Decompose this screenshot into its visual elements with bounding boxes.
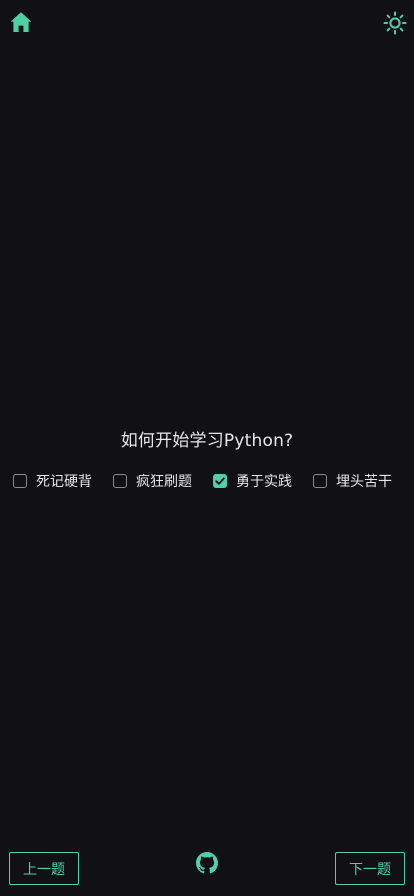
github-icon xyxy=(196,852,218,874)
previous-question-button[interactable]: 上一题 xyxy=(9,852,79,885)
option-label: 疯狂刷题 xyxy=(136,474,192,490)
option-label: 埋头苦干 xyxy=(336,474,392,490)
theme-toggle-button[interactable] xyxy=(382,10,408,36)
checkmark-icon xyxy=(215,477,225,485)
option-2[interactable]: 勇于实践 xyxy=(213,470,292,492)
option-label: 勇于实践 xyxy=(236,474,292,490)
github-link[interactable] xyxy=(196,852,218,874)
sun-icon xyxy=(383,11,407,35)
option-label: 死记硬背 xyxy=(36,474,92,490)
checkbox[interactable] xyxy=(313,474,327,488)
option-3[interactable]: 埋头苦干 xyxy=(313,470,392,492)
option-0[interactable]: 死记硬背 xyxy=(13,470,92,492)
home-icon xyxy=(10,12,32,32)
option-1[interactable]: 疯狂刷题 xyxy=(113,470,192,492)
checkbox[interactable] xyxy=(113,474,127,488)
home-button[interactable] xyxy=(8,9,34,35)
options-group: 死记硬背 疯狂刷题 勇于实践 埋头苦干 xyxy=(0,470,414,492)
next-question-button[interactable]: 下一题 xyxy=(335,852,405,885)
question-title: 如何开始学习Python? xyxy=(120,431,294,451)
checkbox-checked[interactable] xyxy=(213,474,227,488)
checkbox[interactable] xyxy=(13,474,27,488)
